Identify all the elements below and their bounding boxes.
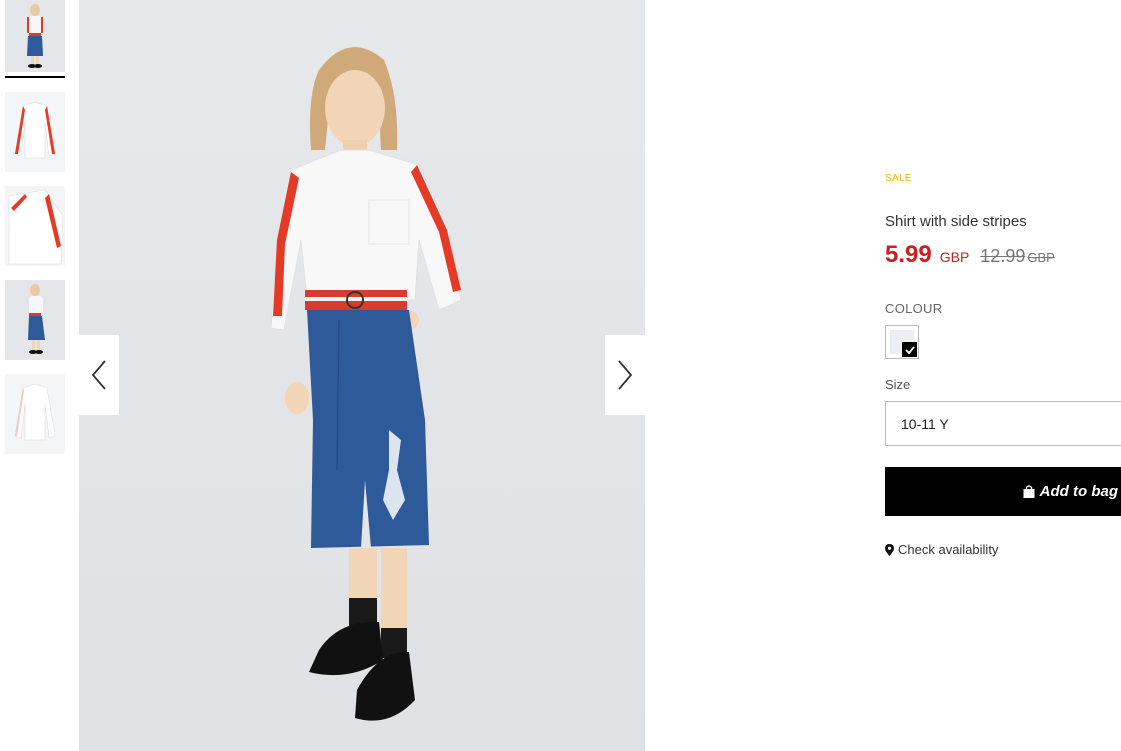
thumbnail-model-side[interactable] xyxy=(5,280,65,360)
thumbnail-image xyxy=(5,280,65,360)
location-pin-icon xyxy=(885,543,894,556)
thumbnail-shirt-detail[interactable] xyxy=(5,186,65,266)
previous-image-button[interactable] xyxy=(79,335,119,415)
size-label: Size xyxy=(885,377,911,392)
checkmark-icon xyxy=(902,342,917,357)
shopping-bag-icon xyxy=(1023,485,1035,498)
check-availability-link[interactable]: Check availability xyxy=(885,542,998,557)
thumbnail-image xyxy=(5,0,65,72)
next-image-button[interactable] xyxy=(605,335,645,415)
thumbnail-image xyxy=(5,374,65,454)
product-photo xyxy=(79,0,645,751)
thumbnail-image xyxy=(5,92,65,172)
colour-swatch-white[interactable] xyxy=(885,325,919,359)
check-availability-label: Check availability xyxy=(898,542,999,557)
sale-badge: SALE xyxy=(885,173,912,184)
main-product-image xyxy=(79,0,645,751)
thumbnail-shirt-front[interactable] xyxy=(5,92,65,172)
current-price: 5.99 xyxy=(885,241,932,268)
thumbnail-model-front[interactable] xyxy=(5,0,65,72)
add-to-bag-label: Add to bag xyxy=(1039,483,1118,500)
product-title: Shirt with side stripes xyxy=(885,213,1027,230)
thumbnail-shirt-back[interactable] xyxy=(5,374,65,454)
add-to-bag-button[interactable]: Add to bag xyxy=(885,467,1121,516)
product-details-panel: SALE Shirt with side stripes 5.99 GBP 12… xyxy=(885,0,1121,751)
current-price-currency: GBP xyxy=(939,249,970,265)
chevron-left-icon xyxy=(91,360,106,390)
thumbnail-image xyxy=(5,186,65,266)
colour-label: COLOUR xyxy=(885,301,943,316)
price-row: 5.99 GBP 12.99 GBP xyxy=(885,241,1055,269)
old-price: 12.99 xyxy=(980,246,1026,266)
active-thumbnail-indicator xyxy=(5,76,65,78)
chevron-right-icon xyxy=(618,360,633,390)
thumbnail-gallery xyxy=(5,0,65,468)
size-select[interactable]: 10-11 Y xyxy=(885,401,1121,446)
old-price-currency: GBP xyxy=(1027,250,1055,265)
